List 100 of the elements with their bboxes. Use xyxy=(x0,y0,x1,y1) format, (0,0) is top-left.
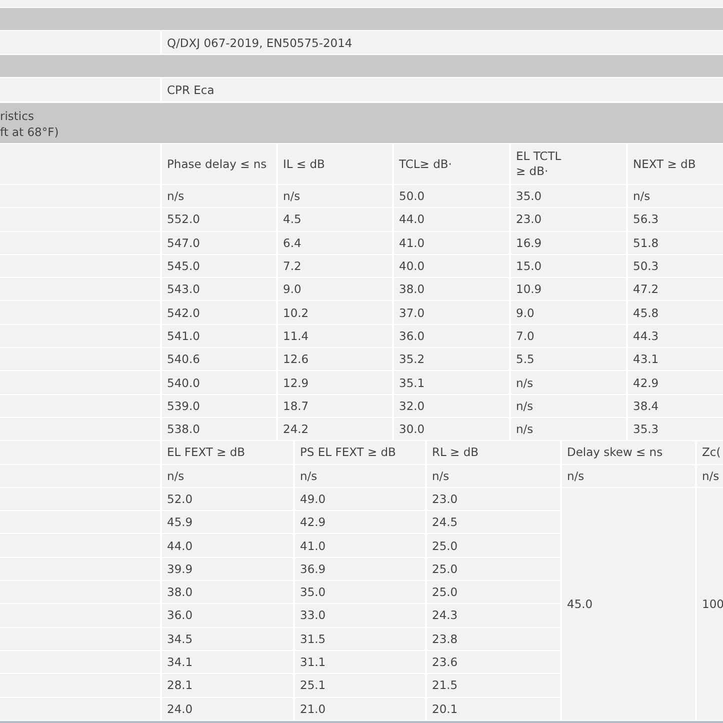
table-cell: n/s xyxy=(511,371,626,394)
table-cell: 547.0 xyxy=(162,232,276,254)
table-cell: 44.0 xyxy=(162,534,293,557)
table-cell: 545.0 xyxy=(162,254,276,278)
table-cell: 541.0 xyxy=(162,324,276,348)
table-cell: 36.0 xyxy=(162,604,293,627)
column-header: NEXT ≥ dB xyxy=(628,144,723,184)
table-cell: n/s xyxy=(562,464,695,487)
table-cell: 538.0 xyxy=(162,418,276,440)
table-cell: 23.6 xyxy=(427,650,560,674)
table-cell: 10.2 xyxy=(278,301,392,324)
table-cell: n/s xyxy=(427,464,560,487)
table-cell: 40.0 xyxy=(394,254,509,278)
table-cell: 35.2 xyxy=(394,348,509,370)
table-cell: 36.9 xyxy=(295,558,425,580)
table-cell: 30.0 xyxy=(394,418,509,440)
table-cell: 42.9 xyxy=(295,511,425,534)
column-header: EL FEXT ≥ dB xyxy=(162,441,293,464)
table-cell: 9.0 xyxy=(278,278,392,300)
table-cell: 7.0 xyxy=(511,324,626,348)
table-cell: 12.9 xyxy=(278,371,392,394)
table-cell: 35.0 xyxy=(511,185,626,208)
table-cell: 50.3 xyxy=(628,254,723,278)
table-cell: n/s xyxy=(295,464,425,487)
table-cell: 11.4 xyxy=(278,324,392,348)
table-cell: 33.0 xyxy=(295,604,425,627)
column-header: EL TCTL ≥ dB· xyxy=(511,144,626,184)
table-cell: 32.0 xyxy=(394,394,509,417)
table-cell: 41.0 xyxy=(295,534,425,557)
table-cell: 25.0 xyxy=(427,558,560,580)
table-cell: 25.0 xyxy=(427,581,560,604)
table-cell: 56.3 xyxy=(628,208,723,231)
table-cell: CPR Eca xyxy=(162,78,723,101)
table-cell: 24.0 xyxy=(162,698,293,720)
table-cell: 6.4 xyxy=(278,232,392,254)
table-cell: 24.2 xyxy=(278,418,392,440)
table-cell: 552.0 xyxy=(162,208,276,231)
table-cell: 43.1 xyxy=(628,348,723,370)
table-cell: 21.0 xyxy=(295,698,425,720)
table-cell: 45.9 xyxy=(162,511,293,534)
table-cell: 35.3 xyxy=(628,418,723,440)
table-cell: 38.0 xyxy=(394,278,509,300)
table-cell: 20.1 xyxy=(427,698,560,720)
column-header: IL ≤ dB xyxy=(278,144,392,184)
table-cell: n/s xyxy=(278,185,392,208)
table-cell: 34.5 xyxy=(162,628,293,650)
table-cell: 45.8 xyxy=(628,301,723,324)
table-cell: 42.9 xyxy=(628,371,723,394)
table-cell: 15.0 xyxy=(511,254,626,278)
table-cell: n/s xyxy=(511,418,626,440)
table-cell: 47.2 xyxy=(628,278,723,300)
table-cell: 35.1 xyxy=(394,371,509,394)
table-cell: 25.0 xyxy=(427,534,560,557)
section-title: ristics ft at 68°F) xyxy=(0,108,59,140)
table-cell: 34.1 xyxy=(162,650,293,674)
table-cell: 38.0 xyxy=(162,581,293,604)
table-cell: 543.0 xyxy=(162,278,276,300)
table-cell: 100 xyxy=(697,488,723,720)
table-cell: 5.5 xyxy=(511,348,626,370)
table-cell: 36.0 xyxy=(394,324,509,348)
table-cell: 23.0 xyxy=(511,208,626,231)
table-cell: 52.0 xyxy=(162,488,293,510)
table-cell: 44.0 xyxy=(394,208,509,231)
table-cell: n/s xyxy=(628,185,723,208)
table-cell: 25.1 xyxy=(295,674,425,697)
table-cell: 45.0 xyxy=(562,488,695,720)
table-cell: n/s xyxy=(511,394,626,417)
table-cell: 24.5 xyxy=(427,511,560,534)
table-cell: 21.5 xyxy=(427,674,560,697)
table-cell: 9.0 xyxy=(511,301,626,324)
table-cell: n/s xyxy=(162,464,293,487)
table-cell: 38.4 xyxy=(628,394,723,417)
table-cell: 37.0 xyxy=(394,301,509,324)
table-cell: 18.7 xyxy=(278,394,392,417)
table-cell: 31.5 xyxy=(295,628,425,650)
table-cell: 23.8 xyxy=(427,628,560,650)
table-cell: n/s xyxy=(697,464,723,487)
table-cell: 50.0 xyxy=(394,185,509,208)
column-header: Phase delay ≤ ns xyxy=(162,144,276,184)
column-header: TCL≥ dB· xyxy=(394,144,509,184)
table-cell: 44.3 xyxy=(628,324,723,348)
table-cell: 12.6 xyxy=(278,348,392,370)
column-header: Zc( xyxy=(697,441,723,464)
table-cell: 540.0 xyxy=(162,371,276,394)
table-cell: Q/DXJ 067-2019, EN50575-2014 xyxy=(162,31,723,54)
table-cell: 539.0 xyxy=(162,394,276,417)
table-cell: 31.1 xyxy=(295,650,425,674)
column-header: PS EL FEXT ≥ dB xyxy=(295,441,425,464)
table-cell: 51.8 xyxy=(628,232,723,254)
table-cell: 542.0 xyxy=(162,301,276,324)
table-cell: 39.9 xyxy=(162,558,293,580)
table-cell: 35.0 xyxy=(295,581,425,604)
table-cell: 7.2 xyxy=(278,254,392,278)
column-header: RL ≥ dB xyxy=(427,441,560,464)
table-cell: 4.5 xyxy=(278,208,392,231)
column-header: Delay skew ≤ ns xyxy=(562,441,695,464)
table-cell: 28.1 xyxy=(162,674,293,697)
table-cell: 10.9 xyxy=(511,278,626,300)
table-cell: 540.6 xyxy=(162,348,276,370)
table-cell: n/s xyxy=(162,185,276,208)
